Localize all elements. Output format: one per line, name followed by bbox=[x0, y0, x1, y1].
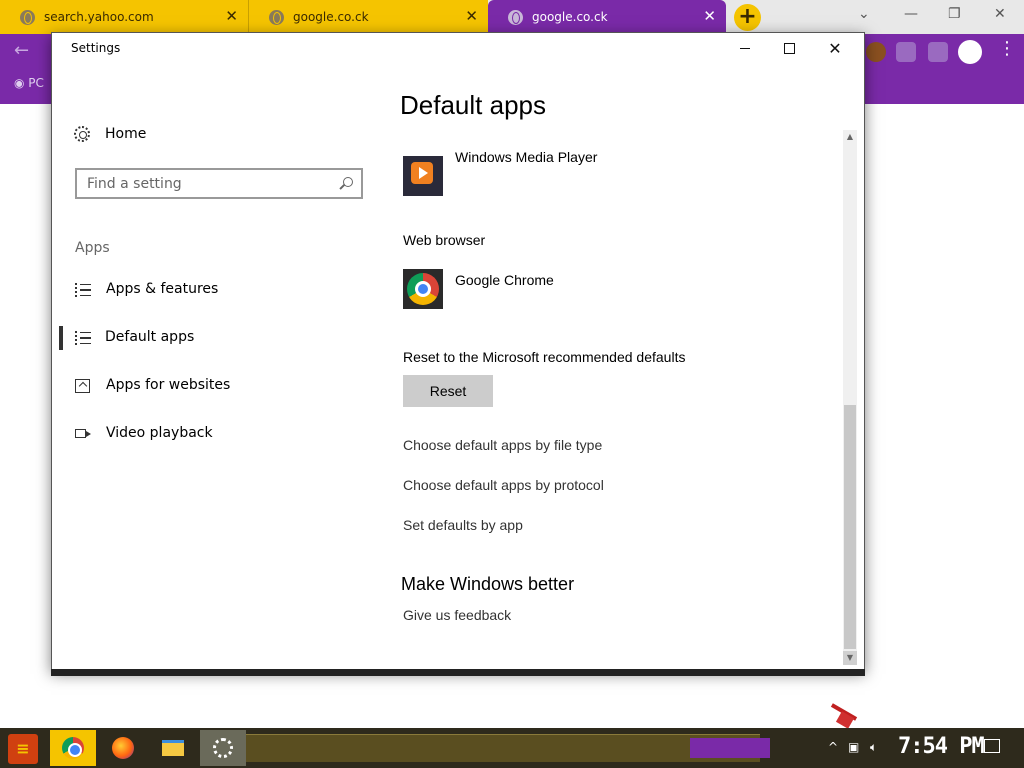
close-tab-icon[interactable]: ✕ bbox=[225, 9, 238, 24]
network-icon[interactable]: ▣ bbox=[848, 740, 859, 754]
back-arrow-icon[interactable]: ← bbox=[14, 40, 29, 61]
chrome-icon bbox=[403, 269, 443, 309]
windows-media-player-icon bbox=[403, 156, 443, 196]
globe-icon bbox=[269, 9, 284, 25]
globe-icon bbox=[20, 9, 35, 25]
app-name: Google Chrome bbox=[455, 272, 554, 288]
chrome-icon bbox=[62, 737, 84, 759]
settings-content: Default apps Windows Media Player Web br… bbox=[372, 64, 844, 664]
close-tab-icon[interactable]: ✕ bbox=[703, 9, 716, 24]
minimize-icon[interactable]: — bbox=[904, 6, 918, 22]
settings-titlebar[interactable]: Settings ✕ bbox=[52, 33, 864, 64]
taskbar: ≡ ^ ▣ 🔈︎ 7:54 PM bbox=[0, 728, 1024, 768]
notification-icon[interactable] bbox=[984, 739, 1000, 753]
browser-tab-yahoo[interactable]: search.yahoo.com ✕ bbox=[0, 0, 248, 34]
home-label: Home bbox=[105, 126, 147, 142]
settings-nav-pane: Home Apps Apps & features Default apps A… bbox=[52, 64, 372, 664]
volume-icon[interactable]: 🔈︎ bbox=[870, 740, 877, 755]
reset-heading: Reset to the Microsoft recommended defau… bbox=[403, 349, 686, 365]
nav-item-label: Apps & features bbox=[106, 281, 219, 297]
scroll-up-icon[interactable]: ▲ bbox=[843, 130, 857, 144]
tab-label: google.co.ck bbox=[532, 10, 608, 24]
nav-item-apps-features[interactable]: Apps & features bbox=[52, 270, 372, 310]
search-input[interactable] bbox=[77, 170, 327, 197]
scrollbar[interactable]: ▲ ▼ bbox=[843, 130, 857, 665]
browser-close-icon[interactable]: ✕ bbox=[994, 6, 1006, 22]
maximize-button[interactable] bbox=[766, 33, 812, 64]
nav-item-apps-websites[interactable]: Apps for websites bbox=[52, 366, 372, 406]
menu-dots-icon[interactable]: ⋮ bbox=[998, 38, 1016, 60]
close-tab-icon[interactable]: ✕ bbox=[465, 9, 478, 24]
side-panel-icon[interactable] bbox=[928, 42, 948, 62]
nav-item-label: Video playback bbox=[106, 425, 213, 441]
restore-icon[interactable]: ❐ bbox=[948, 6, 961, 22]
search-icon[interactable] bbox=[343, 177, 353, 187]
close-button[interactable]: ✕ bbox=[812, 33, 858, 64]
reset-button[interactable]: Reset bbox=[403, 375, 493, 407]
link-set-defaults[interactable]: Set defaults by app bbox=[403, 517, 523, 533]
nav-item-default-apps[interactable]: Default apps bbox=[52, 318, 372, 358]
gear-icon bbox=[213, 738, 233, 758]
web-browser-heading: Web browser bbox=[403, 232, 486, 248]
window-title: Settings bbox=[71, 41, 121, 55]
start-button[interactable]: ≡ bbox=[8, 734, 38, 764]
page-title: Default apps bbox=[400, 90, 546, 120]
tray-chevron-icon[interactable]: ^ bbox=[828, 740, 838, 754]
apps-features-icon bbox=[75, 283, 91, 297]
tab-label: google.co.ck bbox=[293, 10, 369, 24]
globe-icon bbox=[508, 9, 523, 25]
scroll-thumb[interactable] bbox=[844, 405, 856, 649]
profile-pic-icon[interactable] bbox=[866, 42, 886, 62]
settings-window: Settings ✕ Home Apps Apps & features Def… bbox=[51, 32, 865, 676]
tab-label: search.yahoo.com bbox=[44, 10, 154, 24]
gear-icon bbox=[74, 126, 90, 142]
avatar[interactable] bbox=[958, 40, 982, 64]
link-file-type[interactable]: Choose default apps by file type bbox=[403, 437, 602, 453]
folder-icon bbox=[162, 740, 184, 756]
new-tab-button[interactable]: + bbox=[734, 4, 761, 31]
apps-websites-icon bbox=[75, 379, 90, 393]
browser-tab-google-1[interactable]: google.co.ck ✕ bbox=[248, 0, 488, 34]
scroll-down-icon[interactable]: ▼ bbox=[843, 651, 857, 665]
browser-tab-strip: search.yahoo.com ✕ google.co.ck ✕ google… bbox=[0, 0, 1024, 34]
extensions-icon[interactable] bbox=[896, 42, 916, 62]
browser-tab-google-2[interactable]: google.co.ck ✕ bbox=[488, 0, 726, 34]
taskbar-settings[interactable] bbox=[200, 730, 246, 766]
search-box bbox=[75, 168, 363, 199]
home-link[interactable]: Home bbox=[74, 126, 146, 142]
taskbar-chrome[interactable] bbox=[50, 730, 96, 766]
bookmark-item[interactable]: ◉ PC bbox=[14, 76, 44, 90]
link-protocol[interactable]: Choose default apps by protocol bbox=[403, 477, 604, 493]
nav-item-video-playback[interactable]: Video playback bbox=[52, 414, 372, 454]
firefox-icon bbox=[112, 737, 134, 759]
minimize-button[interactable] bbox=[722, 33, 768, 64]
desktop-decoration-icon bbox=[828, 704, 858, 730]
web-browser-default[interactable]: Google Chrome bbox=[403, 269, 554, 309]
video-playback-icon bbox=[75, 429, 91, 438]
video-player-default[interactable]: Windows Media Player bbox=[403, 149, 597, 196]
taskbar-clock[interactable]: 7:54 PM bbox=[898, 734, 985, 759]
chevron-down-icon[interactable]: ⌄ bbox=[858, 6, 870, 22]
nav-item-label: Apps for websites bbox=[106, 377, 231, 393]
section-label: Apps bbox=[75, 240, 110, 256]
make-windows-better-heading: Make Windows better bbox=[401, 574, 575, 594]
taskbar-firefox[interactable] bbox=[100, 730, 146, 766]
nav-item-label: Default apps bbox=[105, 329, 195, 345]
default-apps-icon bbox=[75, 331, 91, 345]
taskbar-file-explorer[interactable] bbox=[150, 730, 196, 766]
app-name: Windows Media Player bbox=[455, 149, 598, 165]
feedback-link[interactable]: Give us feedback bbox=[403, 607, 511, 623]
